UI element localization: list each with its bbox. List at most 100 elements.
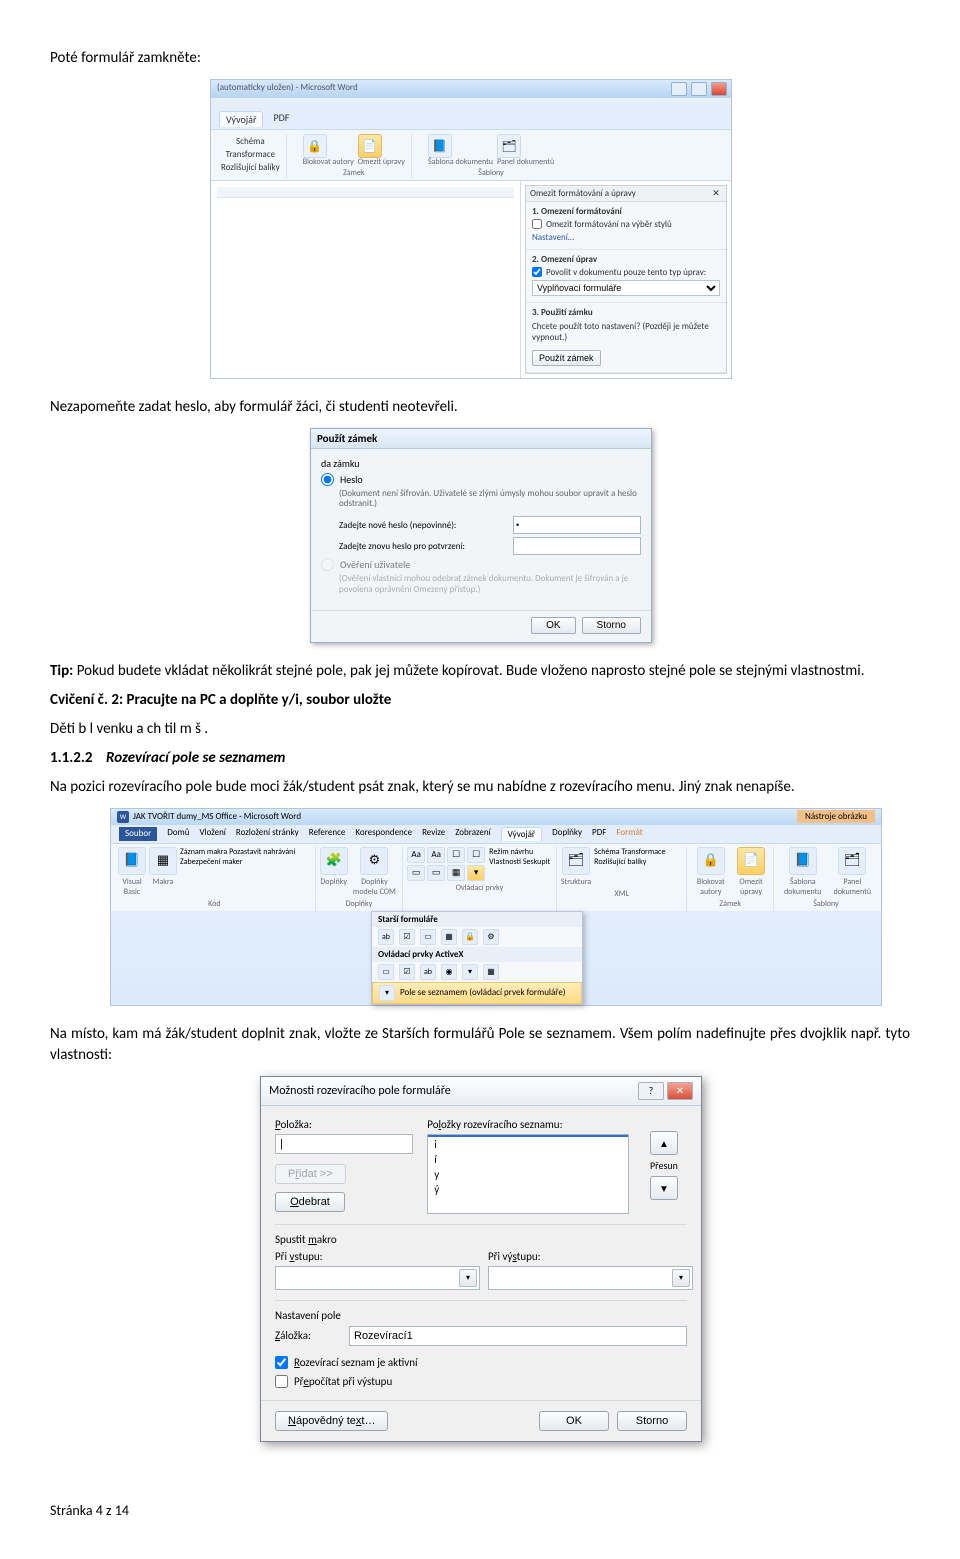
doc-panel-icon[interactable]: 🗂 bbox=[838, 847, 866, 875]
form-control-icon[interactable]: ab bbox=[378, 929, 394, 945]
tab-vyvojar[interactable]: Vývojář bbox=[501, 827, 542, 841]
ribbon-item[interactable]: Schéma bbox=[594, 847, 619, 857]
legacy-tools-icon[interactable]: ▾ bbox=[467, 865, 485, 881]
tab[interactable]: Vložení bbox=[199, 827, 225, 841]
activex-icon[interactable]: ◉ bbox=[441, 964, 457, 980]
ribbon-item[interactable]: Rozlišující balíky bbox=[221, 162, 280, 173]
control-icon[interactable]: ☐ bbox=[467, 847, 485, 863]
activex-icon[interactable]: ☑ bbox=[399, 964, 415, 980]
paragraph-tip: Tip: Pokud budete vkládat několikrát ste… bbox=[50, 661, 910, 682]
activex-icon[interactable]: ▭ bbox=[378, 964, 394, 980]
cb-allow-editing[interactable]: Povolit v dokumentu pouze tento typ úpra… bbox=[532, 267, 720, 278]
form-control-icon[interactable]: 🔒 bbox=[462, 929, 478, 945]
cb-calculate-on-exit[interactable] bbox=[275, 1375, 288, 1388]
activex-icon[interactable]: ▾ bbox=[462, 964, 478, 980]
chevron-down-icon: ▾ bbox=[459, 1269, 477, 1287]
form-control-icon[interactable]: ▭ bbox=[420, 929, 436, 945]
chevron-down-icon: ▾ bbox=[672, 1269, 690, 1287]
close-icon[interactable]: ✕ bbox=[667, 1082, 693, 1100]
tab[interactable]: Doplňky bbox=[552, 827, 582, 841]
com-addins-icon[interactable]: ⚙ bbox=[360, 847, 388, 875]
activex-icon[interactable]: ▦ bbox=[483, 964, 499, 980]
activex-icon[interactable]: ab bbox=[420, 964, 436, 980]
form-control-icon[interactable]: ☑ bbox=[399, 929, 415, 945]
ribbon-item[interactable]: Pozastavit nahrávání bbox=[229, 847, 295, 857]
form-control-icon[interactable]: ▦ bbox=[441, 929, 457, 945]
control-icon[interactable]: ▭ bbox=[407, 865, 425, 881]
doc-template-icon[interactable]: 📘 bbox=[428, 134, 452, 158]
control-icon[interactable]: ☐ bbox=[447, 847, 465, 863]
label: Doplňky bbox=[320, 877, 348, 887]
radio-password[interactable] bbox=[321, 473, 334, 486]
ribbon-item[interactable]: Záznam makra bbox=[180, 847, 227, 857]
dropdown-item-combobox[interactable]: ▾ Pole se seznamem (ovládací prvek formu… bbox=[372, 982, 582, 1004]
entry-macro-combo[interactable]: ▾ bbox=[275, 1266, 480, 1290]
bookmark-input[interactable] bbox=[349, 1326, 687, 1346]
ribbon-item[interactable]: Zabezpečení maker bbox=[180, 857, 243, 867]
items-listbox[interactable]: i í y ý bbox=[427, 1134, 629, 1214]
ribbon-item[interactable]: Seskupit bbox=[523, 857, 550, 867]
cb-restrict-formatting[interactable]: Omezit formátování na výběr stylů bbox=[532, 219, 720, 230]
tab[interactable]: PDF bbox=[592, 827, 606, 841]
tab[interactable]: Domů bbox=[167, 827, 189, 841]
structure-icon[interactable]: 🗂 bbox=[562, 847, 590, 875]
password-confirm-input[interactable] bbox=[513, 537, 641, 555]
tab[interactable]: Revize bbox=[422, 827, 445, 841]
block-authors-icon[interactable]: 🔒 bbox=[303, 134, 327, 158]
tab-pdf[interactable]: PDF bbox=[273, 111, 289, 127]
checkbox[interactable] bbox=[532, 267, 542, 277]
tab[interactable]: Reference bbox=[309, 827, 346, 841]
ok-button[interactable]: OK bbox=[539, 1411, 609, 1431]
tab[interactable]: Rozložení stránky bbox=[236, 827, 299, 841]
control-icon[interactable]: ▦ bbox=[447, 865, 465, 881]
document-area[interactable] bbox=[211, 181, 521, 378]
control-icon[interactable]: ▭ bbox=[427, 865, 445, 881]
restrict-editing-icon[interactable]: 📄 bbox=[358, 134, 382, 158]
list-item[interactable]: i bbox=[428, 1137, 628, 1152]
apply-lock-button[interactable]: Použít zámek bbox=[532, 350, 601, 366]
exit-macro-combo[interactable]: ▾ bbox=[488, 1266, 693, 1290]
ribbon-item[interactable]: Rozlišující balíky bbox=[594, 857, 646, 867]
ribbon-item[interactable]: Režim návrhu bbox=[489, 847, 533, 857]
label: Panel dokumentů bbox=[831, 877, 875, 897]
restrict-editing-icon[interactable]: 📄 bbox=[737, 847, 765, 875]
cb-dropdown-enabled[interactable] bbox=[275, 1356, 288, 1369]
addins-icon[interactable]: 🧩 bbox=[320, 847, 348, 875]
pane-close-icon[interactable]: ✕ bbox=[710, 188, 722, 199]
doc-panel-icon[interactable]: 🗂 bbox=[497, 134, 521, 158]
macros-icon[interactable]: ▦ bbox=[149, 847, 177, 875]
cancel-button[interactable]: Storno bbox=[582, 617, 641, 634]
editing-type-select[interactable]: Vyplňovací formuláře bbox=[532, 280, 720, 296]
ok-button[interactable]: OK bbox=[531, 617, 575, 634]
move-up-button[interactable]: ▲ bbox=[650, 1131, 678, 1155]
move-down-button[interactable]: ▼ bbox=[650, 1176, 678, 1200]
tab-vyvojar[interactable]: Vývojář bbox=[219, 111, 263, 127]
help-text-button[interactable]: Nápovědný text… bbox=[275, 1411, 388, 1431]
list-item[interactable]: í bbox=[428, 1152, 628, 1167]
ribbon-item[interactable]: Transformace bbox=[621, 847, 665, 857]
ribbon-group-label: Zámek bbox=[303, 169, 405, 178]
ribbon-item[interactable]: Schéma bbox=[221, 136, 280, 147]
help-icon[interactable]: ? bbox=[638, 1082, 664, 1100]
cancel-button[interactable]: Storno bbox=[617, 1411, 687, 1431]
ribbon-item[interactable]: Vlastnosti bbox=[489, 857, 521, 867]
tab[interactable]: Soubor bbox=[119, 827, 157, 841]
control-icon[interactable]: Aa bbox=[407, 847, 425, 863]
password-input[interactable] bbox=[513, 516, 641, 534]
doc-template-icon[interactable]: 📘 bbox=[789, 847, 817, 875]
visual-basic-icon[interactable]: 📘 bbox=[118, 847, 146, 875]
control-icon[interactable]: Aa bbox=[427, 847, 445, 863]
tab[interactable]: Korespondence bbox=[355, 827, 412, 841]
tab[interactable]: Zobrazení bbox=[455, 827, 490, 841]
list-item[interactable]: y bbox=[428, 1167, 628, 1182]
tab[interactable]: Formát bbox=[616, 827, 642, 841]
block-authors-icon[interactable]: 🔒 bbox=[697, 847, 725, 875]
settings-link[interactable]: Nastavení… bbox=[532, 232, 574, 243]
polozka-input[interactable] bbox=[275, 1134, 413, 1154]
checkbox[interactable] bbox=[532, 219, 542, 229]
form-control-icon[interactable]: ⚙ bbox=[483, 929, 499, 945]
dialog-title: Možnosti rozevíracího pole formuláře bbox=[269, 1084, 451, 1098]
remove-button[interactable]: Odebrat bbox=[275, 1192, 345, 1212]
list-item[interactable]: ý bbox=[428, 1182, 628, 1197]
ribbon-item[interactable]: Transformace bbox=[221, 149, 280, 160]
